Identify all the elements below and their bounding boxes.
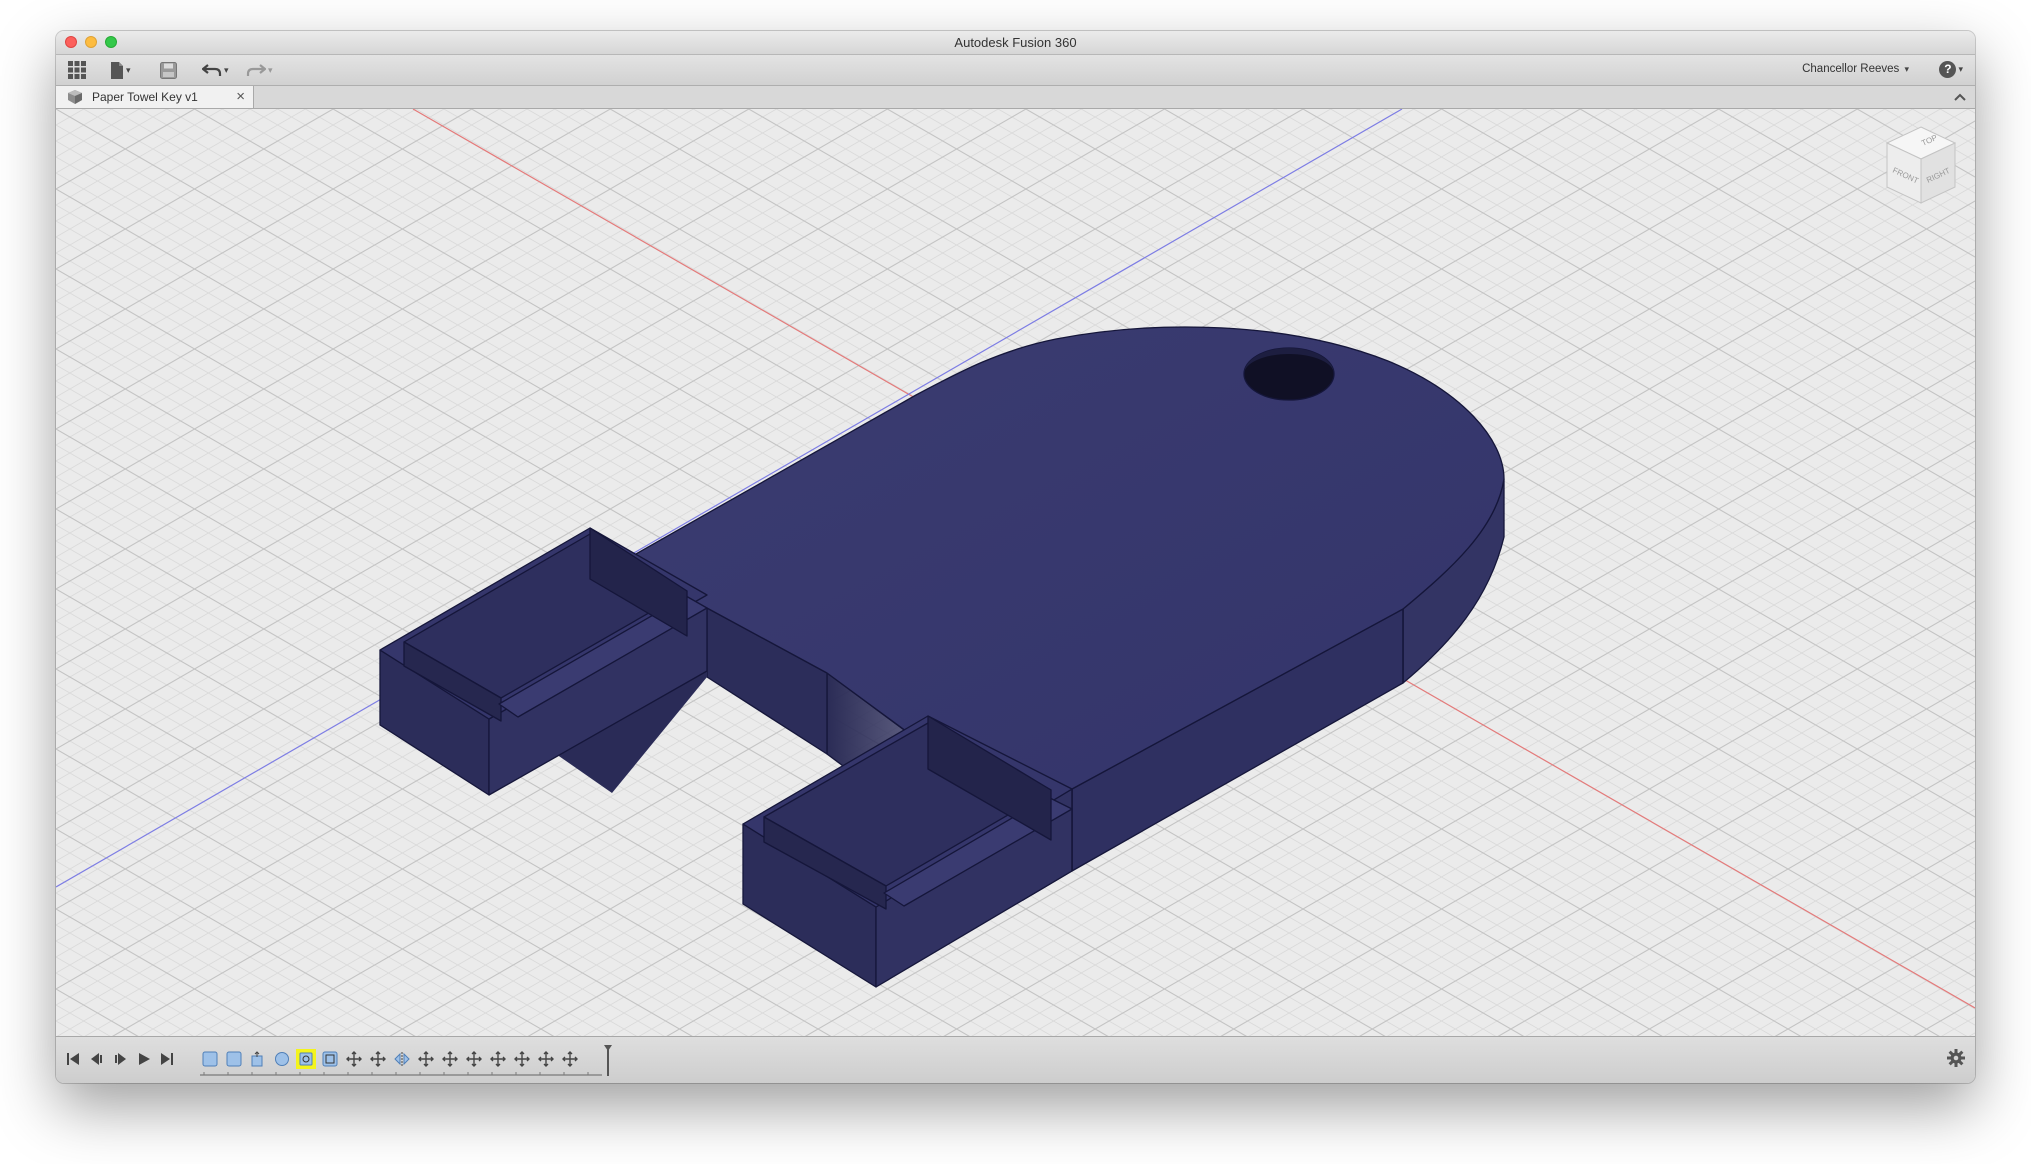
save-icon (160, 61, 177, 79)
save-button[interactable] (160, 60, 177, 80)
file-icon (111, 61, 123, 79)
extrude-icon (251, 1051, 263, 1067)
timeline-feature-move[interactable] (514, 1051, 530, 1067)
move-icon (562, 1051, 578, 1067)
timeline-feature-mirror[interactable] (394, 1051, 410, 1067)
canvas-viewport[interactable]: TOP FRONT RIGHT (56, 109, 1975, 1036)
sketch-icon (202, 1051, 218, 1067)
user-menu[interactable]: Chancellor Reeves ▾ (1802, 63, 1909, 75)
gear-icon (1947, 1049, 1965, 1067)
timeline-feature-move[interactable] (562, 1051, 578, 1067)
step-back-icon (91, 1053, 102, 1065)
redo-icon (246, 64, 266, 76)
timeline-feature-move[interactable] (370, 1051, 386, 1067)
document-tab-label: Paper Towel Key v1 (92, 90, 198, 104)
chevron-down-icon: ▾ (126, 64, 131, 75)
chevron-down-icon: ▾ (1958, 64, 1963, 74)
close-tab-icon[interactable]: × (236, 88, 245, 105)
timeline-bar (56, 1036, 1975, 1083)
chevron-down-icon: ▾ (268, 64, 273, 75)
sketch-icon (275, 1052, 289, 1066)
move-icon (538, 1051, 554, 1067)
timeline-feature-move[interactable] (538, 1051, 554, 1067)
extrude-icon (299, 1052, 313, 1066)
last-frame-button[interactable] (160, 1049, 174, 1069)
user-name: Chancellor Reeves (1802, 63, 1900, 75)
timeline-feature-sketch[interactable] (274, 1051, 290, 1067)
timeline-feature-move[interactable] (490, 1051, 506, 1067)
play-button[interactable] (137, 1049, 151, 1069)
title-bar: Autodesk Fusion 360 (56, 31, 1975, 55)
chevron-down-icon: ▾ (1904, 64, 1909, 74)
move-icon (346, 1051, 362, 1067)
timeline-feature-move[interactable] (346, 1051, 362, 1067)
sketch-icon (322, 1051, 338, 1067)
help-icon: ? (1939, 61, 1957, 78)
help-button[interactable]: ? ▾ (1939, 61, 1963, 78)
timeline-feature-extrude-active[interactable] (296, 1049, 316, 1069)
model-canvas (56, 109, 1975, 1036)
undo-button[interactable]: ▾ (202, 60, 229, 80)
timeline-feature-move[interactable] (418, 1051, 434, 1067)
undo-icon (202, 64, 222, 76)
app-window: Autodesk Fusion 360 ▾ ▾ ▾ Chancellor Ree… (56, 31, 1975, 1083)
chevron-down-icon: ▾ (224, 64, 229, 75)
main-toolbar: ▾ ▾ ▾ Chancellor Reeves ▾ ? ▾ (56, 55, 1975, 86)
data-panel-grid-icon[interactable] (68, 60, 86, 80)
timeline-feature-sketch[interactable] (226, 1051, 242, 1067)
file-menu-button[interactable]: ▾ (110, 60, 131, 80)
move-icon (466, 1051, 482, 1067)
timeline-feature-extrude[interactable] (250, 1051, 266, 1067)
first-frame-icon (67, 1053, 79, 1065)
last-frame-icon (161, 1053, 173, 1065)
timeline-feature-sketch[interactable] (202, 1051, 218, 1067)
timeline-settings-button[interactable] (1947, 1049, 1965, 1072)
move-icon (490, 1051, 506, 1067)
window-title: Autodesk Fusion 360 (954, 35, 1077, 50)
sketch-icon (226, 1051, 242, 1067)
timeline-feature-move[interactable] (442, 1051, 458, 1067)
redo-button[interactable]: ▾ (246, 60, 273, 80)
view-cube[interactable]: TOP FRONT RIGHT (1881, 123, 1961, 214)
move-icon (370, 1051, 386, 1067)
move-icon (418, 1051, 434, 1067)
move-icon (514, 1051, 530, 1067)
mirror-icon (394, 1052, 410, 1066)
design-icon (67, 89, 83, 110)
first-frame-button[interactable] (66, 1049, 80, 1069)
step-forward-icon (115, 1053, 126, 1065)
play-icon (139, 1053, 150, 1065)
document-tab[interactable]: Paper Towel Key v1 × (56, 86, 254, 108)
step-back-button[interactable] (90, 1049, 104, 1069)
move-icon (442, 1051, 458, 1067)
document-tab-bar: Paper Towel Key v1 × (56, 86, 1975, 109)
timeline-feature-move[interactable] (466, 1051, 482, 1067)
step-forward-button[interactable] (113, 1049, 127, 1069)
chevron-up-icon[interactable] (1953, 89, 1967, 107)
timeline-feature-sketch[interactable] (322, 1051, 338, 1067)
